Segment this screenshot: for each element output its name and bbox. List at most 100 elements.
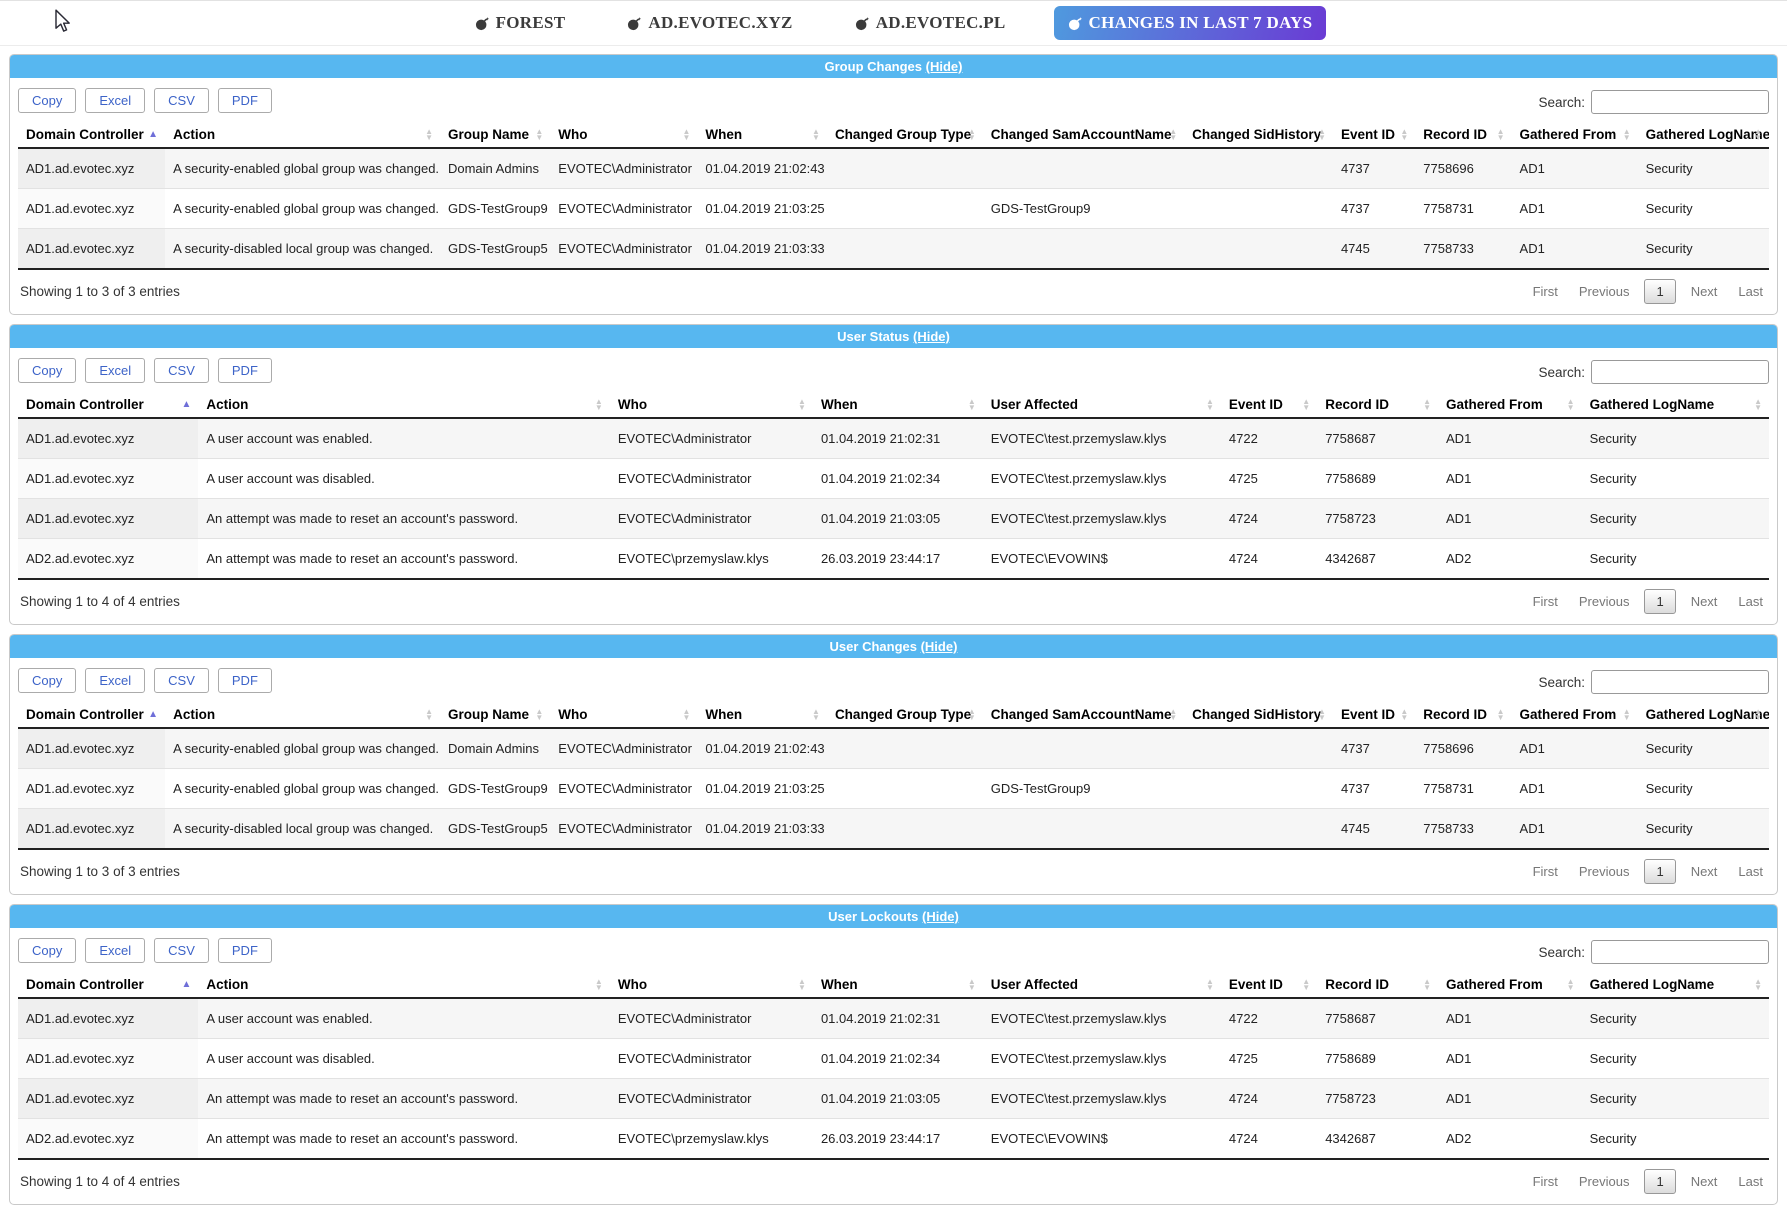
- column-header-action[interactable]: Action▲▼: [198, 972, 609, 998]
- pagination-first[interactable]: First: [1527, 280, 1564, 303]
- column-header-action[interactable]: Action▲▼: [165, 702, 440, 728]
- csv-button[interactable]: CSV: [154, 668, 209, 693]
- column-header-record-id[interactable]: Record ID▲▼: [1415, 122, 1511, 148]
- column-header-group-name[interactable]: Group Name▲▼: [440, 122, 550, 148]
- pagination-page-1[interactable]: 1: [1644, 279, 1675, 304]
- column-header-changed-samaccountname[interactable]: Changed SamAccountName▲▼: [983, 122, 1184, 148]
- column-header-gathered-logname[interactable]: Gathered LogName▲▼: [1582, 972, 1769, 998]
- column-header-when[interactable]: When▲▼: [697, 702, 827, 728]
- column-header-gathered-from[interactable]: Gathered From▲▼: [1512, 702, 1638, 728]
- pagination-last[interactable]: Last: [1732, 280, 1769, 303]
- column-header-changed-group-type[interactable]: Changed Group Type▲▼: [827, 122, 983, 148]
- column-header-action[interactable]: Action▲▼: [198, 392, 609, 418]
- table-toolbar: CopyExcelCSVPDF Search:: [18, 84, 1769, 122]
- copy-button[interactable]: Copy: [18, 358, 76, 383]
- pagination-last[interactable]: Last: [1732, 590, 1769, 613]
- tab-changes-in-last-7-days[interactable]: CHANGES IN LAST 7 DAYS: [1054, 6, 1327, 40]
- excel-button[interactable]: Excel: [85, 668, 145, 693]
- hide-link[interactable]: (Hide): [921, 639, 958, 654]
- pagination-page-1[interactable]: 1: [1644, 1169, 1675, 1194]
- pdf-button[interactable]: PDF: [218, 358, 272, 383]
- csv-button[interactable]: CSV: [154, 358, 209, 383]
- column-header-gathered-from[interactable]: Gathered From▲▼: [1438, 392, 1582, 418]
- pagination-last[interactable]: Last: [1732, 1170, 1769, 1193]
- column-header-user-affected[interactable]: User Affected▲▼: [983, 392, 1221, 418]
- pagination-previous[interactable]: Previous: [1573, 280, 1636, 303]
- pagination-page-1[interactable]: 1: [1644, 589, 1675, 614]
- pdf-button[interactable]: PDF: [218, 938, 272, 963]
- column-label: Who: [618, 397, 647, 412]
- column-header-event-id[interactable]: Event ID▲▼: [1221, 392, 1317, 418]
- pagination-previous[interactable]: Previous: [1573, 1170, 1636, 1193]
- excel-button[interactable]: Excel: [85, 88, 145, 113]
- excel-button[interactable]: Excel: [85, 938, 145, 963]
- pagination-page-1[interactable]: 1: [1644, 859, 1675, 884]
- column-header-gathered-logname[interactable]: Gathered LogName▲▼: [1638, 122, 1769, 148]
- pagination-next[interactable]: Next: [1685, 590, 1724, 613]
- pdf-button[interactable]: PDF: [218, 88, 272, 113]
- column-header-user-affected[interactable]: User Affected▲▼: [983, 972, 1221, 998]
- column-header-record-id[interactable]: Record ID▲▼: [1415, 702, 1511, 728]
- column-header-domain-controller[interactable]: Domain Controller▲▼: [18, 122, 165, 148]
- column-header-group-name[interactable]: Group Name▲▼: [440, 702, 550, 728]
- pagination-last[interactable]: Last: [1732, 860, 1769, 883]
- search-input[interactable]: [1591, 670, 1769, 694]
- copy-button[interactable]: Copy: [18, 668, 76, 693]
- table-cell: AD1.ad.evotec.xyz: [18, 459, 198, 499]
- column-header-event-id[interactable]: Event ID▲▼: [1333, 122, 1415, 148]
- column-header-gathered-from[interactable]: Gathered From▲▼: [1438, 972, 1582, 998]
- column-header-who[interactable]: Who▲▼: [550, 122, 697, 148]
- column-header-when[interactable]: When▲▼: [697, 122, 827, 148]
- column-header-who[interactable]: Who▲▼: [550, 702, 697, 728]
- tab-ad-evotec-pl[interactable]: AD.EVOTEC.PL: [841, 6, 1020, 40]
- column-header-record-id[interactable]: Record ID▲▼: [1317, 392, 1438, 418]
- column-header-domain-controller[interactable]: Domain Controller▲▼: [18, 392, 198, 418]
- column-header-changed-sidhistory[interactable]: Changed SidHistory▲▼: [1184, 122, 1333, 148]
- copy-button[interactable]: Copy: [18, 88, 76, 113]
- pagination-first[interactable]: First: [1527, 860, 1564, 883]
- column-header-event-id[interactable]: Event ID▲▼: [1333, 702, 1415, 728]
- hide-link[interactable]: (Hide): [922, 909, 959, 924]
- column-header-changed-group-type[interactable]: Changed Group Type▲▼: [827, 702, 983, 728]
- hide-link[interactable]: (Hide): [913, 329, 950, 344]
- pagination-next[interactable]: Next: [1685, 1170, 1724, 1193]
- column-header-record-id[interactable]: Record ID▲▼: [1317, 972, 1438, 998]
- sort-arrows-icon: ▲▼: [181, 982, 191, 988]
- column-header-changed-sidhistory[interactable]: Changed SidHistory▲▼: [1184, 702, 1333, 728]
- csv-button[interactable]: CSV: [154, 938, 209, 963]
- pagination-previous[interactable]: Previous: [1573, 860, 1636, 883]
- pdf-button[interactable]: PDF: [218, 668, 272, 693]
- pagination-next[interactable]: Next: [1685, 860, 1724, 883]
- search-input[interactable]: [1591, 360, 1769, 384]
- tab-label: AD.EVOTEC.PL: [876, 13, 1006, 33]
- table-cell: 01.04.2019 21:03:25: [697, 769, 827, 809]
- column-header-event-id[interactable]: Event ID▲▼: [1221, 972, 1317, 998]
- search-input[interactable]: [1591, 90, 1769, 114]
- tab-ad-evotec-xyz[interactable]: AD.EVOTEC.XYZ: [613, 6, 806, 40]
- copy-button[interactable]: Copy: [18, 938, 76, 963]
- pagination-first[interactable]: First: [1527, 590, 1564, 613]
- column-header-gathered-logname[interactable]: Gathered LogName▲▼: [1638, 702, 1769, 728]
- table-cell: AD1.ad.evotec.xyz: [18, 499, 198, 539]
- excel-button[interactable]: Excel: [85, 358, 145, 383]
- column-header-domain-controller[interactable]: Domain Controller▲▼: [18, 972, 198, 998]
- search-input[interactable]: [1591, 940, 1769, 964]
- column-header-who[interactable]: Who▲▼: [610, 972, 813, 998]
- column-header-domain-controller[interactable]: Domain Controller▲▼: [18, 702, 165, 728]
- pagination-previous[interactable]: Previous: [1573, 590, 1636, 613]
- table-cell: AD1: [1512, 148, 1638, 189]
- column-header-when[interactable]: When▲▼: [813, 392, 983, 418]
- csv-button[interactable]: CSV: [154, 88, 209, 113]
- column-header-who[interactable]: Who▲▼: [610, 392, 813, 418]
- column-header-changed-samaccountname[interactable]: Changed SamAccountName▲▼: [983, 702, 1184, 728]
- hide-link[interactable]: (Hide): [926, 59, 963, 74]
- pagination-first[interactable]: First: [1527, 1170, 1564, 1193]
- column-header-gathered-from[interactable]: Gathered From▲▼: [1512, 122, 1638, 148]
- tab-forest[interactable]: FOREST: [461, 6, 580, 40]
- table-cell: An attempt was made to reset an account'…: [198, 539, 609, 580]
- column-header-gathered-logname[interactable]: Gathered LogName▲▼: [1582, 392, 1769, 418]
- pagination-next[interactable]: Next: [1685, 280, 1724, 303]
- column-header-action[interactable]: Action▲▼: [165, 122, 440, 148]
- sort-arrows-icon: ▲▼: [798, 979, 806, 991]
- column-header-when[interactable]: When▲▼: [813, 972, 983, 998]
